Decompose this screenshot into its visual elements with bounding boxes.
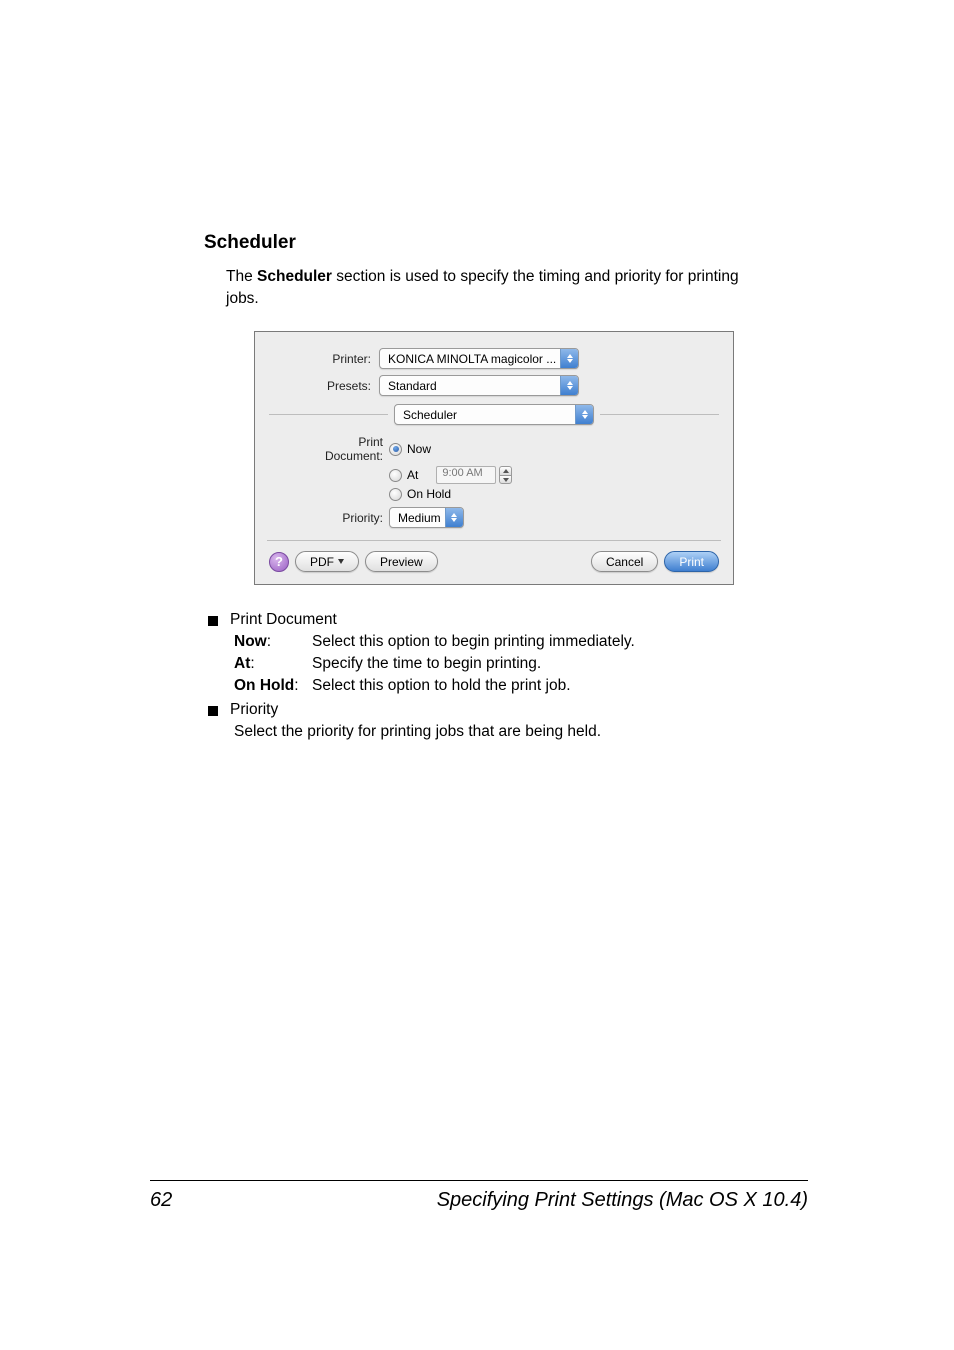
radio-at[interactable]: [389, 469, 402, 482]
preview-button[interactable]: Preview: [365, 551, 438, 572]
radio-now[interactable]: [389, 443, 402, 456]
print-document-label: Print Document:: [297, 435, 389, 463]
pdf-label: PDF: [310, 555, 334, 569]
chevron-updown-icon: [445, 508, 463, 527]
preview-label: Preview: [380, 555, 423, 569]
print-panel: Printer: KONICA MINOLTA magicolor ... Pr…: [254, 331, 734, 585]
term-hold: On Hold: [234, 677, 312, 695]
intro-paragraph: The Scheduler section is used to specify…: [226, 266, 764, 309]
pdf-button[interactable]: PDF: [295, 551, 359, 572]
time-input[interactable]: 9:00 AM: [436, 466, 496, 484]
section-select[interactable]: Scheduler: [394, 404, 594, 425]
presets-value: Standard: [388, 379, 437, 393]
radio-hold-label: On Hold: [407, 487, 451, 501]
chevron-updown-icon: [560, 349, 578, 368]
chevron-down-icon: [338, 559, 344, 564]
priority-label: Priority:: [297, 511, 389, 525]
help-button[interactable]: ?: [269, 552, 289, 572]
cancel-button[interactable]: Cancel: [591, 551, 658, 572]
print-label: Print: [679, 555, 704, 569]
chevron-updown-icon: [575, 405, 593, 424]
time-stepper[interactable]: [499, 466, 512, 484]
footer-title: Specifying Print Settings (Mac OS X 10.4…: [437, 1189, 808, 1212]
page-footer: 62 Specifying Print Settings (Mac OS X 1…: [150, 1180, 808, 1212]
cancel-label: Cancel: [606, 555, 643, 569]
intro-pre: The: [226, 268, 257, 285]
divider: [267, 540, 721, 541]
desc-hold: Select this option to hold the print job…: [312, 677, 571, 695]
radio-hold[interactable]: [389, 488, 402, 501]
presets-label: Presets:: [269, 379, 379, 393]
section-value: Scheduler: [403, 408, 457, 422]
priority-select[interactable]: Medium: [389, 507, 464, 528]
divider: [269, 414, 388, 415]
print-button[interactable]: Print: [664, 551, 719, 572]
priority-value: Medium: [398, 511, 441, 525]
printer-label: Printer:: [269, 352, 379, 366]
chevron-up-icon: [499, 466, 512, 475]
chevron-down-icon: [499, 475, 512, 485]
desc-at: Specify the time to begin printing.: [312, 655, 541, 673]
printer-select[interactable]: KONICA MINOLTA magicolor ...: [379, 348, 579, 369]
term-now: Now: [234, 633, 312, 651]
presets-select[interactable]: Standard: [379, 375, 579, 396]
radio-now-label: Now: [407, 442, 431, 456]
bullet-priority: Priority: [230, 701, 278, 719]
bullet-print-document: Print Document: [230, 611, 337, 629]
bullet-icon: [208, 706, 218, 716]
divider: [600, 414, 719, 415]
desc-now: Select this option to begin printing imm…: [312, 633, 635, 651]
intro-bold: Scheduler: [257, 268, 332, 285]
printer-value: KONICA MINOLTA magicolor ...: [388, 352, 556, 366]
radio-at-label: At: [407, 468, 418, 482]
bullet-icon: [208, 616, 218, 626]
page-number: 62: [150, 1189, 172, 1212]
chevron-updown-icon: [560, 376, 578, 395]
section-heading: Scheduler: [204, 232, 764, 254]
term-at: At: [234, 655, 312, 673]
desc-priority: Select the priority for printing jobs th…: [234, 723, 764, 741]
